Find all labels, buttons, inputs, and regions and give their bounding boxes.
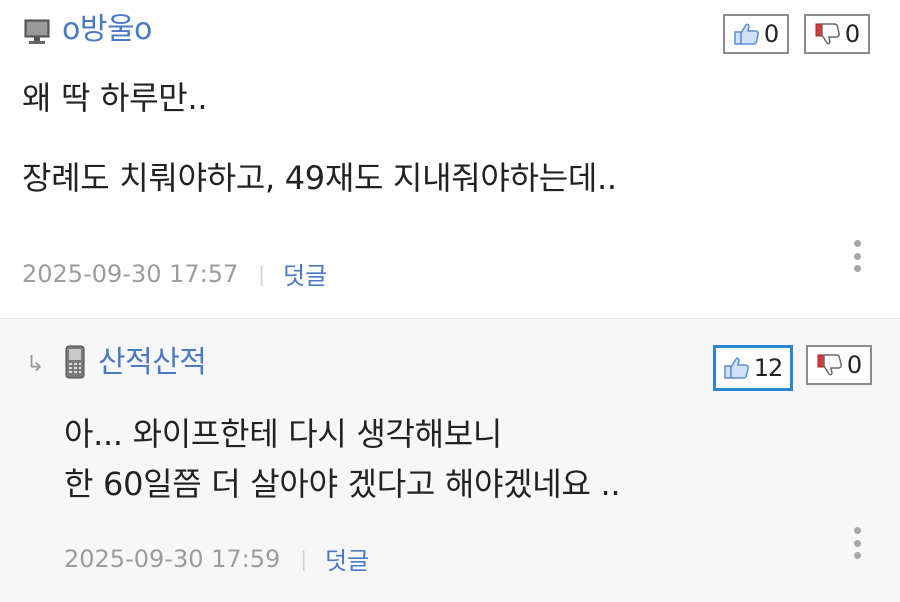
dislike-button[interactable]: 0 bbox=[804, 14, 870, 54]
comment-body: 왜 딱 하루만.. 장례도 치뤄야하고, 49재도 지내줘야하는데.. bbox=[22, 79, 617, 197]
reply-comment-item: ↳ 산적산적 12 0 아... 와이프한테 다시 생각해보니 한 60일쯤 더… bbox=[0, 318, 900, 602]
like-button[interactable]: 0 bbox=[723, 14, 789, 54]
like-count: 12 bbox=[753, 354, 784, 382]
reply-link[interactable]: 덧글 bbox=[325, 541, 369, 576]
dislike-count: 0 bbox=[846, 351, 862, 379]
thumbs-up-icon bbox=[723, 357, 749, 379]
thumbs-up-icon bbox=[734, 23, 759, 45]
like-button[interactable]: 12 bbox=[713, 345, 793, 391]
comment-item: o방울o 0 0 왜 딱 하루만.. 장례도 치뤄야하고, 49재도 지내줘야하… bbox=[0, 0, 900, 318]
like-count: 0 bbox=[763, 20, 779, 48]
comment-author[interactable]: 산적산적 bbox=[98, 345, 207, 381]
reply-link[interactable]: 덧글 bbox=[283, 256, 327, 291]
meta-separator: | bbox=[300, 546, 308, 571]
mobile-phone-icon bbox=[65, 345, 85, 379]
comment-timestamp: 2025-09-30 17:57 bbox=[22, 259, 239, 288]
meta-separator: | bbox=[258, 261, 266, 286]
comment-timestamp: 2025-09-30 17:59 bbox=[64, 544, 281, 573]
pc-monitor-icon bbox=[24, 19, 50, 44]
more-options-icon[interactable] bbox=[849, 527, 865, 559]
dislike-button[interactable]: 0 bbox=[806, 345, 872, 385]
comment-meta: 2025-09-30 17:59 | 덧글 bbox=[64, 541, 369, 576]
comment-meta: 2025-09-30 17:57 | 덧글 bbox=[22, 256, 327, 291]
more-options-icon[interactable] bbox=[849, 240, 865, 272]
dislike-count: 0 bbox=[844, 20, 860, 48]
thumbs-down-icon bbox=[815, 23, 840, 45]
reply-arrow-icon: ↳ bbox=[26, 352, 45, 377]
comment-body: 아... 와이프한테 다시 생각해보니 한 60일쯤 더 살아야 겠다고 해야겠… bbox=[64, 415, 621, 503]
comment-author[interactable]: o방울o bbox=[62, 12, 152, 48]
thumbs-down-icon bbox=[817, 354, 842, 376]
